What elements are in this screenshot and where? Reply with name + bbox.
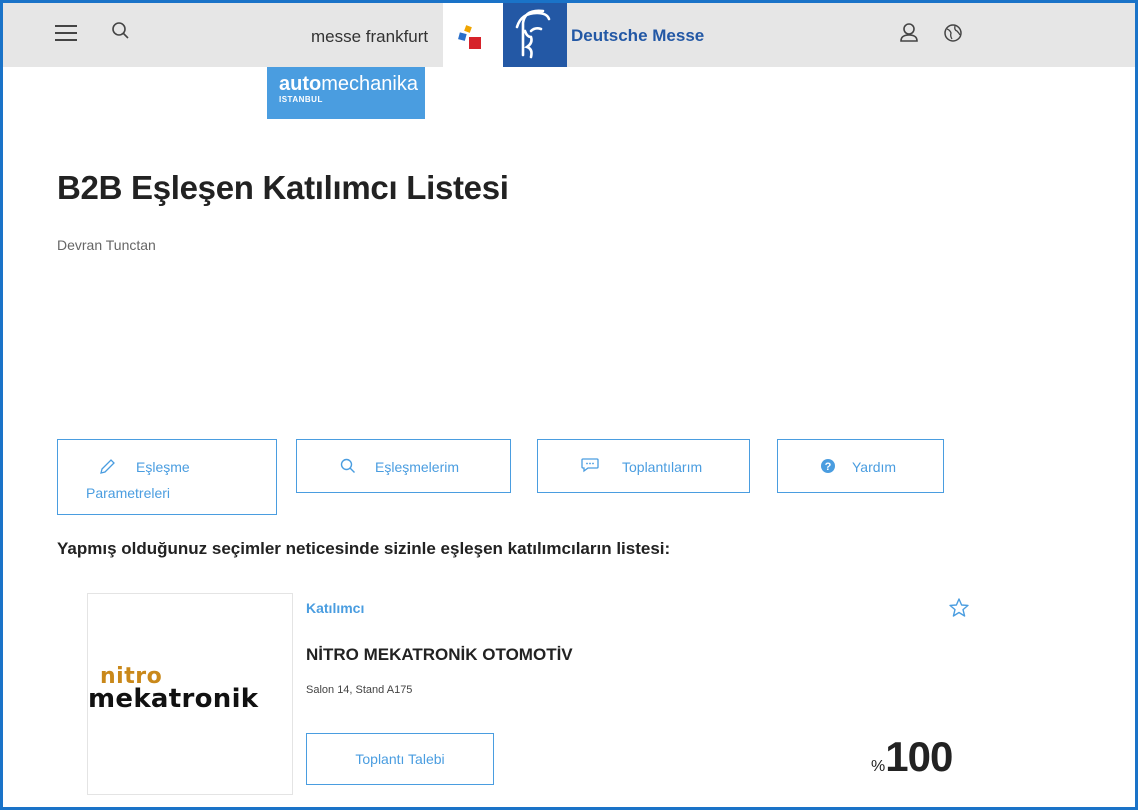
star-icon[interactable] — [948, 597, 970, 619]
matching-parameters-label-2: Parametreleri — [86, 485, 171, 501]
help-button[interactable]: ? Yardım — [777, 439, 944, 493]
logo-text-mekatronik: mekatronik — [88, 684, 259, 714]
help-label: Yardım — [852, 459, 897, 475]
search-icon[interactable] — [109, 19, 133, 43]
company-location: Salon 14, Stand A175 — [306, 684, 413, 696]
meeting-request-button[interactable]: Toplantı Talebi — [306, 733, 494, 785]
question-icon: ? — [820, 458, 836, 477]
page-title: B2B Eşleşen Katılımcı Listesi — [57, 169, 509, 206]
event-name-bold: auto — [279, 73, 322, 95]
event-name-rest: mechanika — [321, 73, 418, 95]
page-frame: messe frankfurt Deutsche Messe automecha… — [0, 0, 1138, 810]
search-icon — [339, 457, 357, 478]
my-matches-button[interactable]: Eşleşmelerim — [296, 439, 511, 493]
company-name[interactable]: NİTRO MEKATRONİK OTOMOTİV — [306, 645, 573, 665]
deutsche-messe-logo[interactable] — [503, 3, 567, 67]
menu-icon[interactable] — [55, 23, 77, 43]
my-matches-label: Eşleşmelerim — [375, 459, 460, 475]
user-name: Devran Tunctan — [57, 237, 156, 253]
automechanika-logo[interactable]: automechanika ISTANBUL — [267, 67, 425, 119]
pencil-icon — [98, 458, 116, 479]
globe-icon[interactable] — [941, 21, 965, 45]
chat-icon — [580, 456, 600, 477]
match-score-value: 100 — [885, 733, 953, 780]
matching-parameters-button[interactable]: Eşleşme Parametreleri — [57, 439, 277, 515]
top-navigation-bar: messe frankfurt Deutsche Messe — [3, 3, 1135, 67]
match-score: %100 — [871, 733, 953, 781]
deutsche-messe-link[interactable]: Deutsche Messe — [571, 26, 704, 46]
match-score-prefix: % — [871, 758, 886, 775]
event-city: ISTANBUL — [279, 95, 323, 104]
my-meetings-label: Toplantılarım — [622, 459, 703, 475]
my-meetings-button[interactable]: Toplantılarım — [537, 439, 750, 493]
results-heading: Yapmış olduğunuz seçimler neticesinde si… — [57, 539, 671, 558]
company-logo: nitro mekatronik — [87, 593, 293, 795]
matching-parameters-label-1: Eşleşme — [136, 459, 190, 475]
participant-type-badge: Katılımcı — [306, 600, 365, 616]
user-icon[interactable] — [898, 21, 920, 45]
messe-frankfurt-logo[interactable] — [443, 3, 503, 67]
messe-frankfurt-link[interactable]: messe frankfurt — [311, 27, 428, 47]
svg-text:?: ? — [825, 461, 832, 473]
